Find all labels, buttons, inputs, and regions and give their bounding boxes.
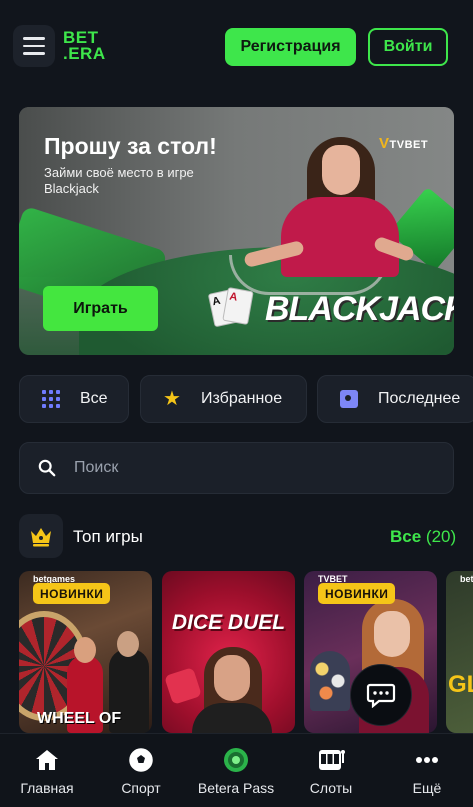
chat-button[interactable] <box>350 664 412 726</box>
search-input[interactable] <box>74 443 434 493</box>
top-header: BET .ERA Регистрация Войти <box>0 0 473 92</box>
search-icon <box>38 459 56 477</box>
crown-icon <box>19 514 63 558</box>
search-box <box>19 442 454 494</box>
lottery-balls-image <box>310 651 350 711</box>
banner-title: Прошу за стол! <box>44 133 217 159</box>
menu-burger-icon[interactable] <box>13 25 55 67</box>
blackjack-logo: BLACKJACK <box>265 290 454 328</box>
grid-icon <box>42 390 60 408</box>
star-icon: ★ <box>163 388 181 410</box>
filter-favorites[interactable]: ★ Избранное <box>140 375 307 423</box>
game-tile[interactable]: betgames GL <box>446 571 473 733</box>
soccer-ball-icon <box>127 746 155 774</box>
provider-logo: VTVBET <box>379 135 429 152</box>
nav-betera-pass[interactable]: Betera Pass <box>186 734 286 807</box>
home-icon <box>33 746 61 774</box>
category-filters: Все ★ Избранное Последнее <box>19 375 473 423</box>
recent-icon <box>340 390 358 408</box>
filter-all[interactable]: Все <box>19 375 129 423</box>
section-title: Топ игры <box>73 527 143 546</box>
promo-banner[interactable]: Прошу за стол! Займи своё место в игре B… <box>19 107 454 355</box>
playing-cards-icon: AA <box>207 287 254 328</box>
nav-more[interactable]: Ещё <box>388 734 466 807</box>
pass-icon <box>222 746 250 774</box>
nav-home[interactable]: Главная <box>8 734 86 807</box>
game-title: GL <box>448 671 473 698</box>
new-badge: НОВИНКИ <box>33 583 111 604</box>
game-tile[interactable]: betgames НОВИНКИ WHEEL OF <box>19 571 152 733</box>
provider-label: betgames <box>460 574 473 584</box>
filter-recent[interactable]: Последнее <box>317 375 473 423</box>
register-button[interactable]: Регистрация <box>225 28 356 66</box>
betera-logo[interactable]: BET .ERA <box>63 29 107 62</box>
slot-machine-icon <box>317 746 345 774</box>
nav-sport[interactable]: Спорт <box>102 734 180 807</box>
dice-icon <box>164 667 202 705</box>
see-all-link[interactable]: Все (20) <box>390 527 456 547</box>
play-button[interactable]: Играть <box>43 286 158 331</box>
bottom-navigation: Главная Спорт Betera Pass Слоты Ещё <box>0 733 473 807</box>
banner-subtitle: Займи своё место в игре Blackjack <box>44 165 194 196</box>
new-badge: НОВИНКИ <box>318 583 396 604</box>
game-title: DICE DUEL <box>171 611 286 634</box>
game-title: WHEEL OF <box>37 710 122 727</box>
game-tile[interactable]: DICE DUEL <box>162 571 295 733</box>
nav-slots[interactable]: Слоты <box>292 734 370 807</box>
chat-icon <box>366 683 396 708</box>
more-dots-icon <box>413 746 441 774</box>
login-button[interactable]: Войти <box>368 28 448 66</box>
